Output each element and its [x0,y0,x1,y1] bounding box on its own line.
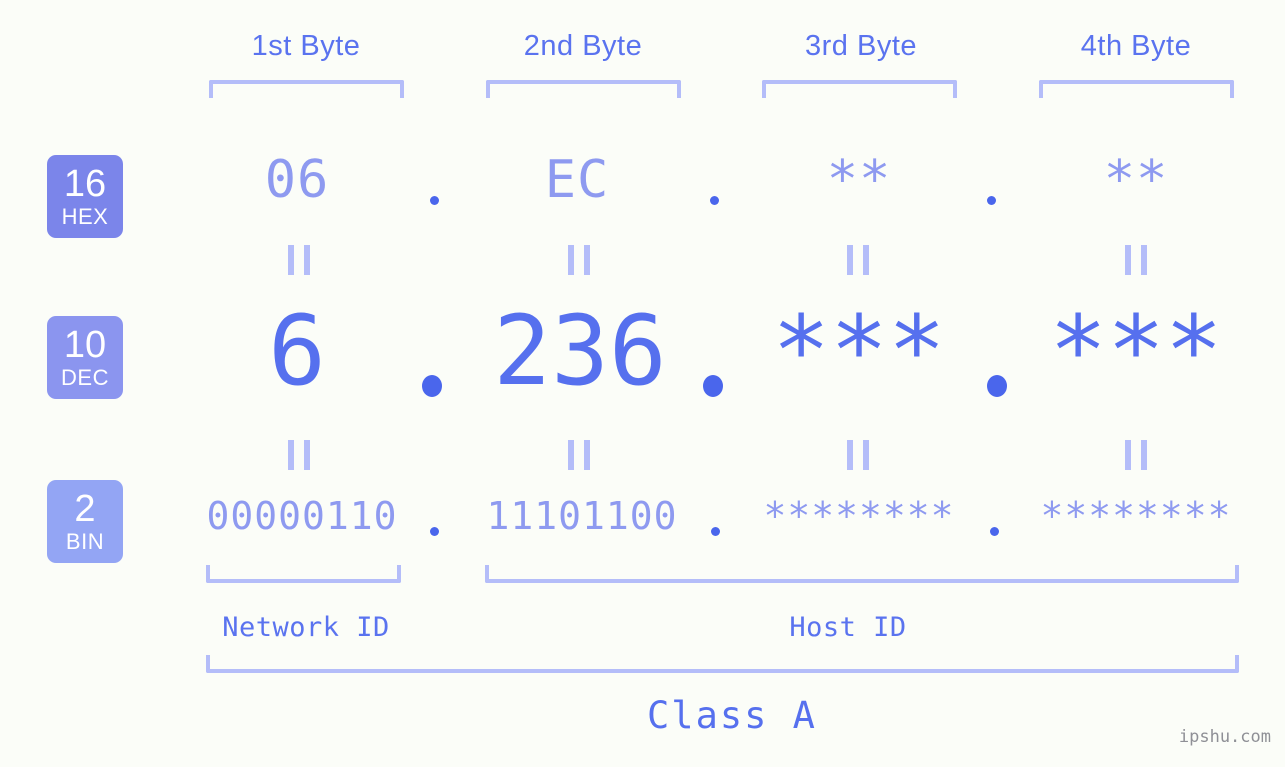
host-id-label: Host ID [789,612,907,643]
byte-bracket-1 [209,80,404,98]
hex-byte-value-3: ** [826,150,892,210]
base-badge-hex: 16 HEX [47,155,123,238]
hex-separator-dot-3 [987,196,996,205]
hex-byte-value-1: 06 [264,150,330,210]
equals-mark-dec-bin-3 [847,440,869,470]
network-id-label: Network ID [222,612,390,643]
bin-byte-value-3: ******** [763,494,955,538]
hex-byte-value-2: EC [544,150,610,210]
base-badge-bin-name: BIN [65,529,105,554]
bin-byte-value-2: 11101100 [486,494,678,538]
dec-byte-value-2: 236 [493,295,667,407]
byte-header-label-4: 4th Byte [1080,30,1192,62]
bin-byte-value-4: ******** [1040,494,1232,538]
base-badge-hex-name: HEX [61,204,109,229]
dec-separator-dot-1 [422,375,442,397]
bin-separator-dot-2 [711,527,720,536]
byte-header-label-2: 2nd Byte [523,30,643,62]
base-badge-bin-number: 2 [74,488,96,530]
base-badge-hex-number: 16 [63,163,107,205]
network-id-bracket [206,565,401,583]
equals-mark-hex-dec-1 [288,245,310,275]
ip-address-breakdown-diagram: 1st Byte 2nd Byte 3rd Byte 4th Byte 16 H… [0,0,1285,767]
hex-separator-dot-2 [710,196,719,205]
base-badge-dec-number: 10 [63,324,107,366]
dec-separator-dot-3 [987,375,1007,397]
equals-mark-hex-dec-3 [847,245,869,275]
site-watermark: ipshu.com [1178,727,1271,747]
host-id-bracket [485,565,1239,583]
equals-mark-hex-dec-4 [1125,245,1147,275]
class-bracket [206,655,1239,673]
byte-header-label-3: 3rd Byte [805,30,917,62]
bin-byte-value-1: 00000110 [206,494,398,538]
byte-bracket-3 [762,80,957,98]
equals-mark-dec-bin-1 [288,440,310,470]
equals-mark-dec-bin-2 [568,440,590,470]
base-badge-bin: 2 BIN [47,480,123,563]
bin-separator-dot-3 [990,527,999,536]
dec-byte-value-3: *** [772,295,946,407]
byte-bracket-4 [1039,80,1234,98]
base-badge-dec-name: DEC [61,365,109,390]
equals-mark-dec-bin-4 [1125,440,1147,470]
base-badge-dec: 10 DEC [47,316,123,399]
byte-bracket-2 [486,80,681,98]
byte-header-label-1: 1st Byte [251,30,361,62]
class-label: Class A [647,694,817,737]
dec-byte-value-4: *** [1049,295,1223,407]
dec-separator-dot-2 [703,375,723,397]
hex-byte-value-4: ** [1103,150,1169,210]
bin-separator-dot-1 [430,527,439,536]
dec-byte-value-1: 6 [268,295,326,407]
hex-separator-dot-1 [430,196,439,205]
equals-mark-hex-dec-2 [568,245,590,275]
